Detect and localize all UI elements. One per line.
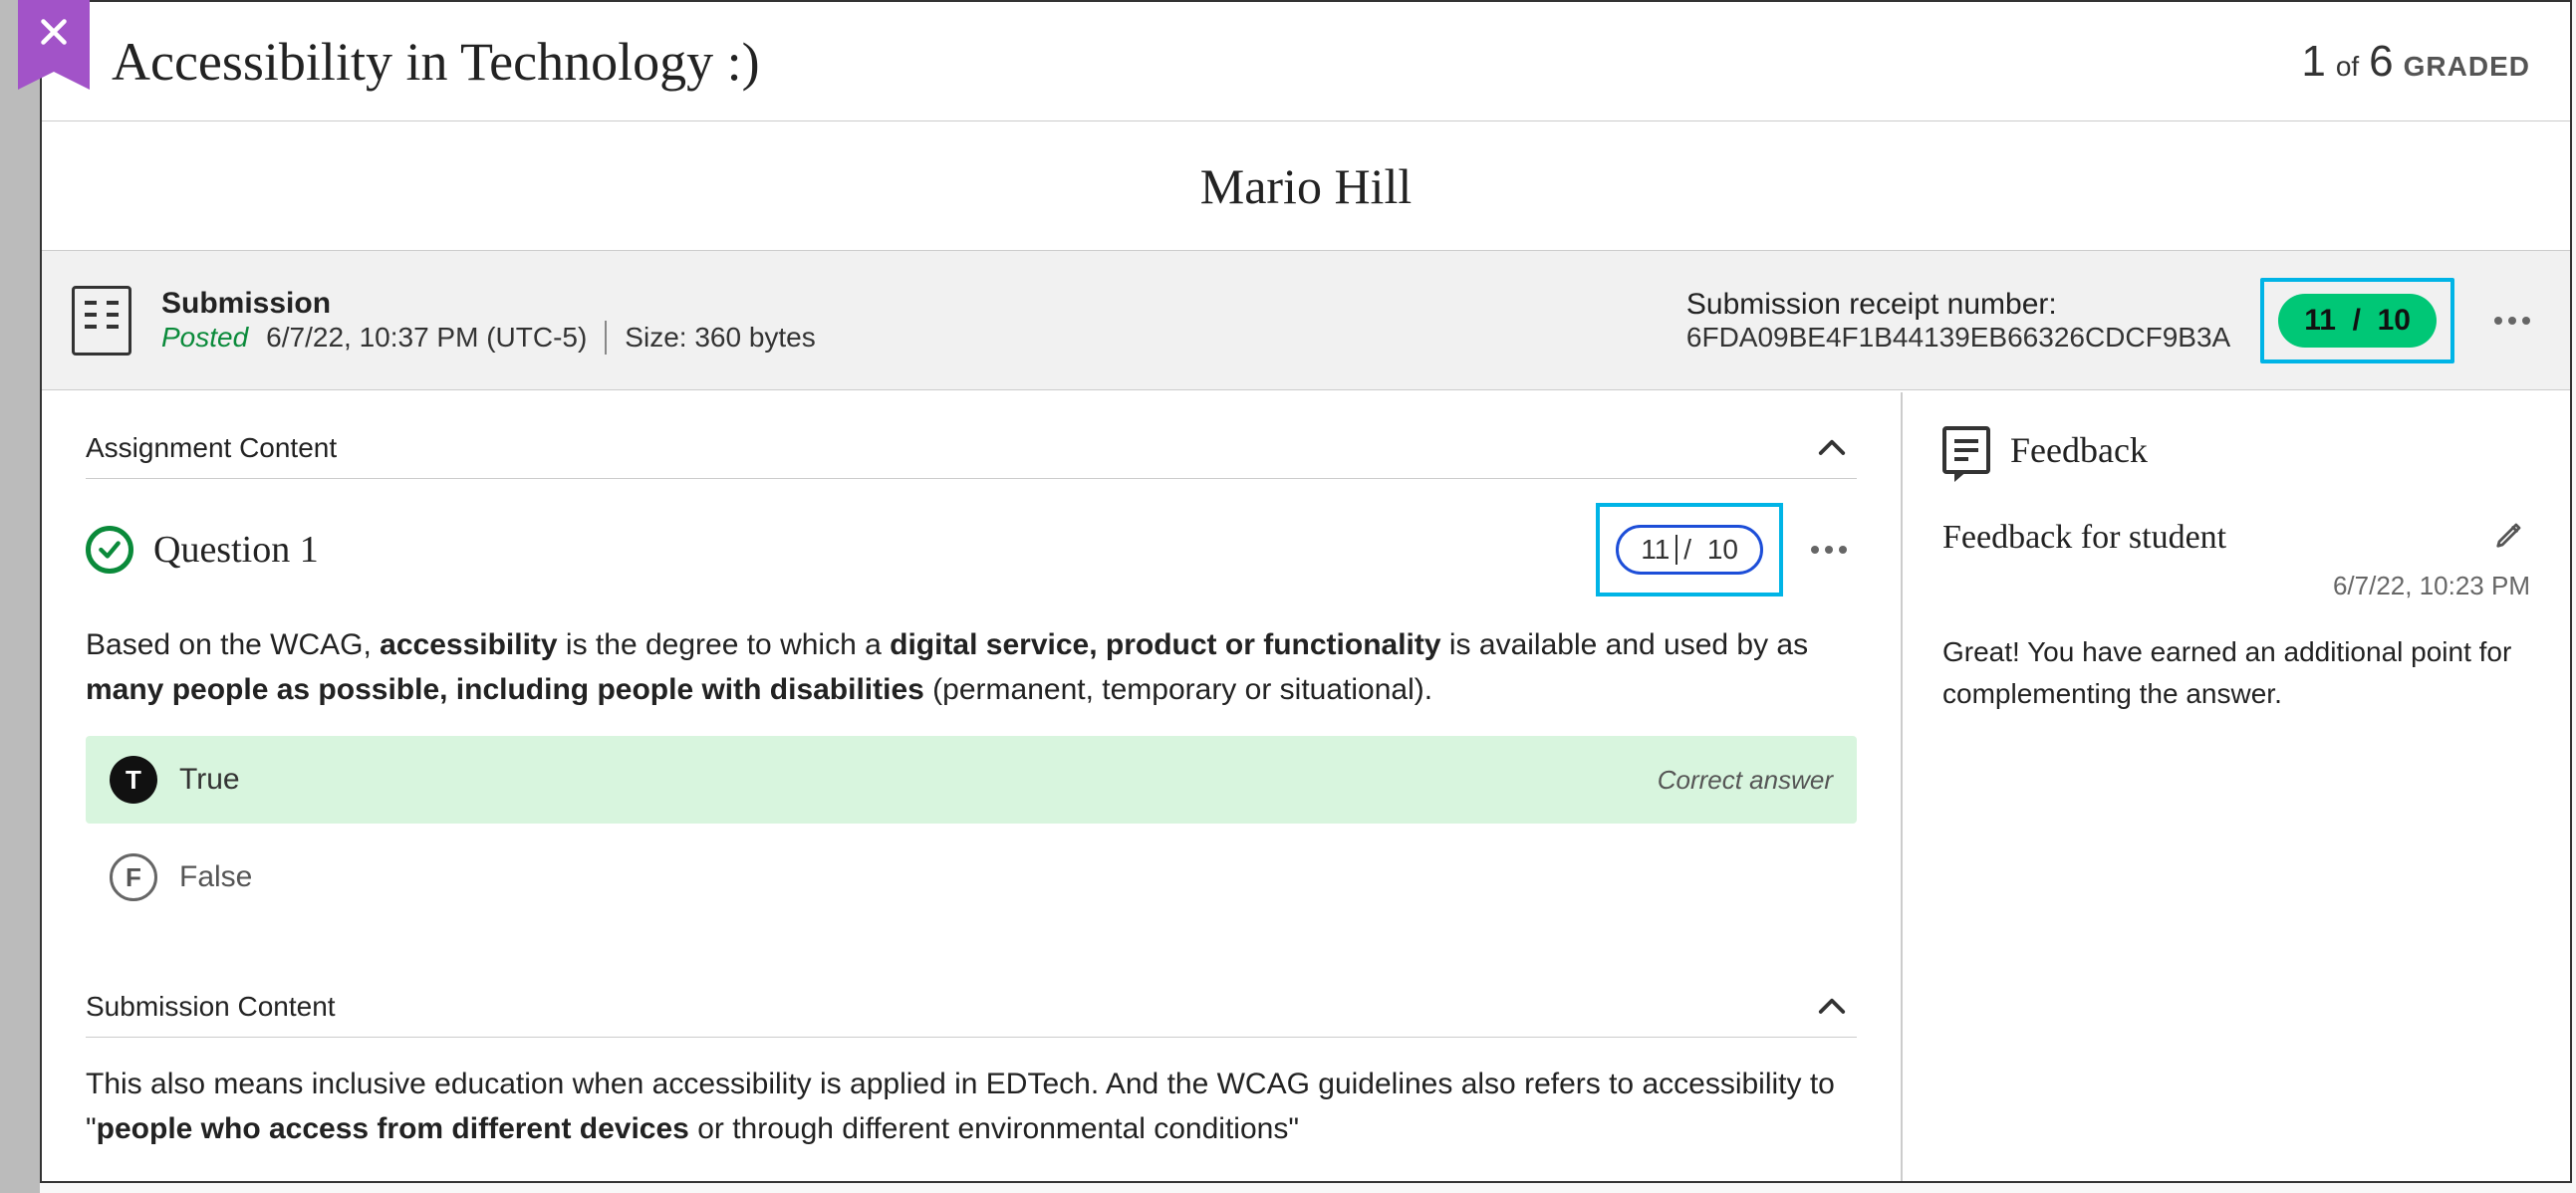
question-text-seg: (permanent, temporary or situational). <box>924 673 1432 706</box>
question-score-highlight: 11 / 10 <box>1596 503 1783 596</box>
close-button[interactable] <box>18 0 90 72</box>
receipt-icon <box>72 286 131 356</box>
total-score-total: 10 <box>2378 304 2411 337</box>
pencil-icon <box>2494 520 2524 550</box>
feedback-column: Feedback Feedback for student 6/7/22, 10… <box>1903 392 2570 1181</box>
question-score-input[interactable]: 11 / 10 <box>1616 525 1763 575</box>
answer-true-badge: T <box>110 756 157 804</box>
text-caret <box>1675 535 1677 565</box>
header-bar: Accessibility in Technology :) 1 of 6 GR… <box>42 2 2570 121</box>
graded-status-label: GRADED <box>2404 51 2530 83</box>
of-label: of <box>2336 51 2359 83</box>
question-text-bold: digital service, product or functionalit… <box>890 628 1440 661</box>
total-count: 6 <box>2369 37 2393 87</box>
feedback-sub-row: Feedback for student <box>1942 514 2530 561</box>
receipt-value: 6FDA09BE4F1B44139EB66326CDCF9B3A <box>1686 322 2230 354</box>
correct-answer-tag: Correct answer <box>1658 765 1833 796</box>
submission-text-bold: people who access from different devices <box>97 1112 689 1145</box>
grading-panel: Accessibility in Technology :) 1 of 6 GR… <box>40 0 2572 1183</box>
question-score-sep: / <box>1683 534 1691 566</box>
current-index: 1 <box>2301 37 2325 87</box>
answer-option-false[interactable]: F False <box>86 834 1857 921</box>
more-options-button[interactable] <box>2484 307 2540 335</box>
content-column: Assignment Content Question 1 11 / <box>42 392 1903 1181</box>
question-text-seg: Based on the WCAG, <box>86 628 380 661</box>
question-score-earned: 11 <box>1641 534 1670 566</box>
body-area: Assignment Content Question 1 11 / <box>42 392 2570 1181</box>
submission-text-seg: or through different environmental condi… <box>689 1112 1299 1145</box>
total-score-highlight: 11 / 10 <box>2260 278 2454 363</box>
question-text-seg: is the degree to which a <box>558 628 891 661</box>
answer-true-label: True <box>179 763 240 797</box>
question-score-total: 10 <box>1707 534 1738 566</box>
receipt-column: Submission receipt number: 6FDA09BE4F1B4… <box>1686 288 2230 354</box>
edit-feedback-button[interactable] <box>2488 514 2530 561</box>
feedback-sub-heading: Feedback for student <box>1942 519 2226 557</box>
student-row: Mario Hill <box>42 121 2570 251</box>
question-header-row: Question 1 11 / 10 <box>86 503 1857 596</box>
grading-progress: 1 of 6 GRADED <box>2301 37 2530 87</box>
answer-false-label: False <box>179 860 252 894</box>
answer-option-true[interactable]: T True Correct answer <box>86 736 1857 824</box>
assignment-content-heading: Assignment Content <box>86 432 337 464</box>
posted-time: 6/7/22, 10:37 PM (UTC-5) <box>266 322 587 354</box>
posted-label: Posted <box>161 322 248 354</box>
correct-check-icon <box>86 526 133 574</box>
collapse-assignment-button[interactable] <box>1807 432 1857 464</box>
chevron-up-icon <box>1817 997 1847 1017</box>
size-label: Size: 360 bytes <box>625 322 815 354</box>
submission-text: This also means inclusive education when… <box>86 1062 1857 1151</box>
feedback-header-row: Feedback <box>1942 426 2530 474</box>
question-title: Question 1 <box>153 528 319 572</box>
question-more-options-button[interactable] <box>1801 536 1857 564</box>
close-icon <box>36 14 72 50</box>
submission-meta-text: Submission Posted 6/7/22, 10:37 PM (UTC-… <box>161 287 816 355</box>
submission-label: Submission <box>161 287 816 321</box>
answer-false-badge: F <box>110 853 157 901</box>
student-name: Mario Hill <box>1200 157 1412 215</box>
receipt-label: Submission receipt number: <box>1686 288 2230 322</box>
total-score-pill[interactable]: 11 / 10 <box>2278 294 2437 348</box>
question-text: Based on the WCAG, accessibility is the … <box>86 622 1857 712</box>
total-score-sep: / <box>2353 304 2361 337</box>
chevron-up-icon <box>1817 438 1847 458</box>
collapse-submission-button[interactable] <box>1807 991 1857 1023</box>
meta-divider <box>605 321 607 355</box>
feedback-heading: Feedback <box>2010 429 2148 471</box>
background-strip <box>0 0 40 1193</box>
total-score-earned: 11 <box>2304 304 2336 337</box>
feedback-timestamp: 6/7/22, 10:23 PM <box>1942 571 2530 601</box>
submission-meta-band: Submission Posted 6/7/22, 10:37 PM (UTC-… <box>42 251 2570 390</box>
submission-content-heading: Submission Content <box>86 991 336 1023</box>
submission-content-header: Submission Content <box>86 991 1857 1038</box>
question-text-seg: is available and used by as <box>1441 628 1809 661</box>
feedback-icon <box>1942 426 1990 474</box>
question-text-bold: many people as possible, including peopl… <box>86 673 924 706</box>
assignment-content-header: Assignment Content <box>86 432 1857 479</box>
feedback-body: Great! You have earned an additional poi… <box>1942 631 2530 715</box>
question-text-bold: accessibility <box>380 628 557 661</box>
page-title: Accessibility in Technology :) <box>112 31 760 93</box>
